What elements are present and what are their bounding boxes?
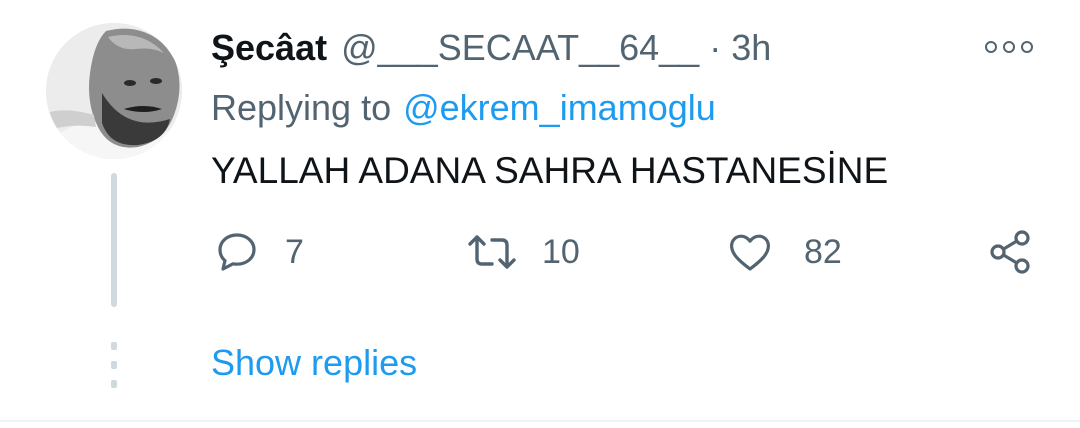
share-button[interactable] (986, 228, 1034, 276)
more-options-icon (985, 41, 997, 53)
share-icon (990, 230, 1030, 274)
like-button[interactable]: 82 (726, 228, 842, 276)
avatar-image (46, 23, 182, 159)
thread-line (111, 173, 117, 307)
retweet-count: 10 (542, 233, 580, 271)
thread-dots (111, 342, 117, 388)
tweet-text: YALLAH ADANA SAHRA HASTANESİNE (211, 150, 889, 191)
replying-to-mention[interactable]: @ekrem_imamoglu (403, 87, 716, 128)
header-separator: · (709, 27, 722, 68)
reply-button[interactable]: 7 (213, 228, 304, 276)
reply-count: 7 (285, 233, 304, 271)
heart-icon (730, 234, 770, 271)
reply-icon (218, 233, 256, 271)
author-name[interactable]: Şecâat (211, 26, 327, 70)
tweet-time[interactable]: 3h (731, 26, 771, 70)
retweet-button[interactable]: 10 (466, 228, 580, 276)
like-count: 82 (804, 233, 842, 271)
more-options-button[interactable] (985, 38, 1033, 56)
retweet-icon (468, 235, 516, 269)
show-replies-link[interactable]: Show replies (211, 340, 417, 386)
divider (0, 420, 1080, 422)
replying-to-label: Replying to (211, 87, 392, 128)
tweet-header: Şecâat @___SECAAT__64__ · 3h (211, 26, 771, 70)
avatar[interactable] (46, 23, 182, 159)
author-handle[interactable]: @___SECAAT__64__ (341, 26, 699, 70)
replying-to: Replying to @ekrem_imamoglu (211, 86, 716, 130)
